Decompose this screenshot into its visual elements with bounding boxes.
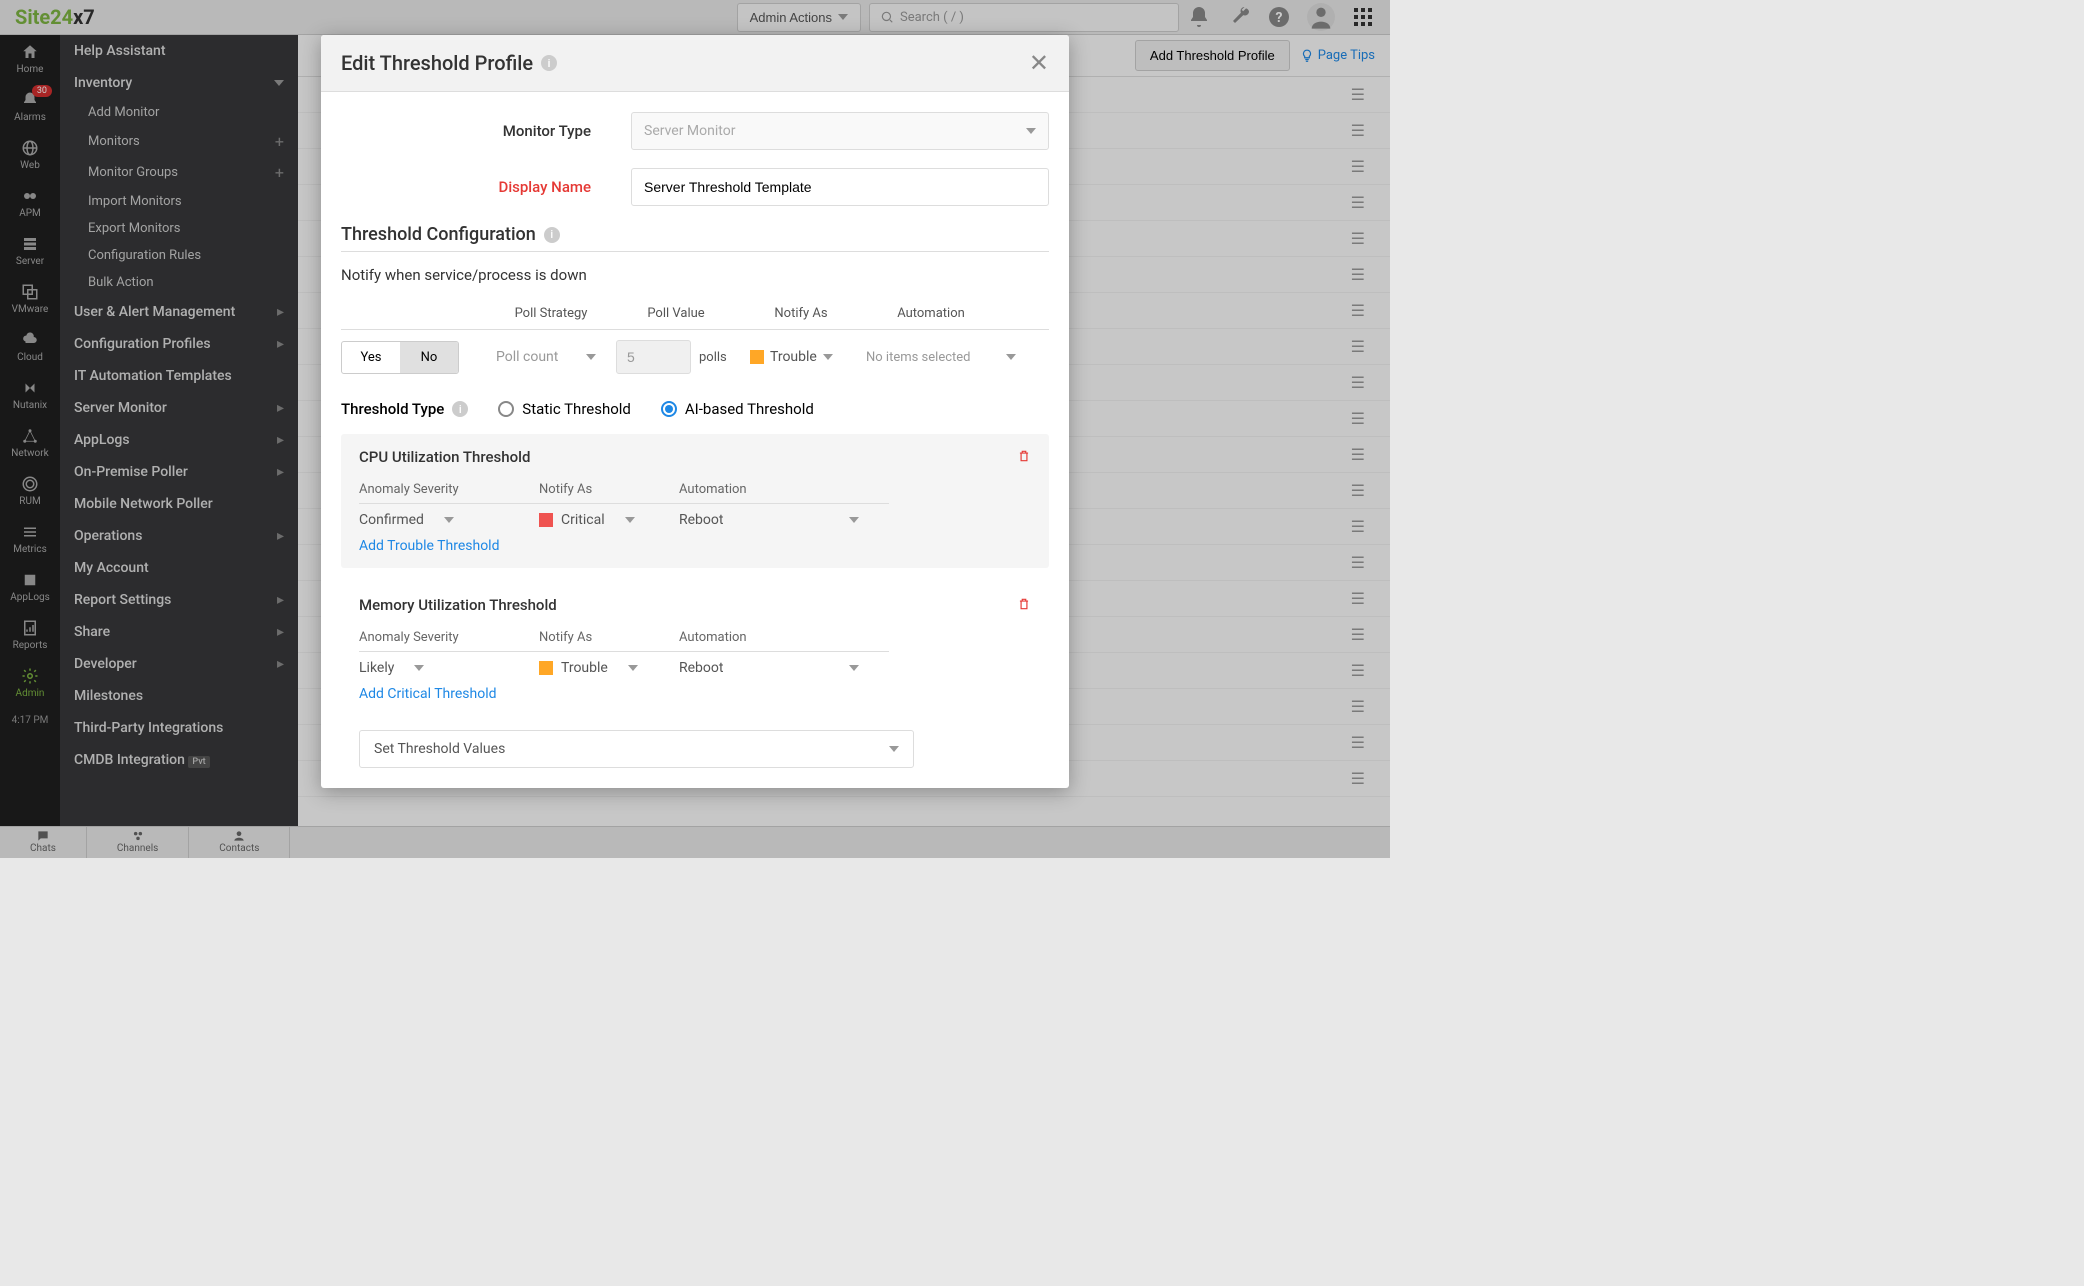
monitor-type-row: Monitor Type Server Monitor xyxy=(341,112,1049,150)
sub-header: Anomaly Severity Notify As Automation xyxy=(359,476,889,504)
notify-as-select[interactable]: Critical xyxy=(539,512,679,528)
threshold-type-row: Threshold Type i Static Threshold AI-bas… xyxy=(341,400,1049,418)
trouble-color-icon xyxy=(539,661,553,675)
monitor-type-select[interactable]: Server Monitor xyxy=(631,112,1049,150)
sub-header: Anomaly Severity Notify As Automation xyxy=(359,624,889,652)
automation-select[interactable]: No items selected xyxy=(866,350,1016,365)
edit-threshold-modal: Edit Threshold Profile i ✕ Monitor Type … xyxy=(321,35,1069,788)
info-icon[interactable]: i xyxy=(541,55,557,71)
notify-as-select[interactable]: Trouble xyxy=(539,660,679,676)
modal-header: Edit Threshold Profile i ✕ xyxy=(321,35,1069,92)
ai-threshold-radio[interactable]: AI-based Threshold xyxy=(661,400,814,418)
notify-down-label: Notify when service/process is down xyxy=(341,266,1049,284)
radio-icon xyxy=(498,401,514,417)
caret-down-icon xyxy=(849,665,859,671)
memory-threshold-title: Memory Utilization Threshold xyxy=(359,596,1031,614)
modal-title: Edit Threshold Profile i xyxy=(341,51,557,75)
info-icon[interactable]: i xyxy=(452,401,468,417)
caret-down-icon xyxy=(414,665,424,671)
anomaly-severity-select[interactable]: Confirmed xyxy=(359,512,539,528)
cpu-threshold-title: CPU Utilization Threshold xyxy=(359,448,1031,466)
memory-sub-row: Likely Trouble Reboot xyxy=(359,660,889,676)
cpu-sub-row: Confirmed Critical Reboot xyxy=(359,512,889,528)
automation-select[interactable]: Reboot xyxy=(679,660,859,676)
close-icon[interactable]: ✕ xyxy=(1029,49,1049,77)
anomaly-severity-select[interactable]: Likely xyxy=(359,660,539,676)
poll-strategy-select[interactable]: Poll count xyxy=(486,341,606,373)
display-name-label: Display Name xyxy=(341,178,631,196)
automation-select[interactable]: Reboot xyxy=(679,512,859,528)
caret-down-icon xyxy=(823,354,833,360)
notify-as-select[interactable]: Trouble xyxy=(736,349,866,365)
polls-label: polls xyxy=(691,350,735,365)
poll-value-input xyxy=(616,340,691,374)
add-trouble-threshold-link[interactable]: Add Trouble Threshold xyxy=(359,538,500,554)
no-button[interactable]: No xyxy=(400,342,458,373)
delete-icon[interactable] xyxy=(1017,596,1031,615)
static-threshold-radio[interactable]: Static Threshold xyxy=(498,400,631,418)
trouble-color-icon xyxy=(750,350,764,364)
caret-down-icon xyxy=(625,517,635,523)
monitor-type-label: Monitor Type xyxy=(341,122,631,140)
caret-down-icon xyxy=(1026,128,1036,134)
caret-down-icon xyxy=(586,354,596,360)
table-header: Poll Strategy Poll Value Notify As Autom… xyxy=(341,298,1049,330)
modal-overlay: Edit Threshold Profile i ✕ Monitor Type … xyxy=(0,0,1390,858)
memory-threshold-block: Memory Utilization Threshold Anomaly Sev… xyxy=(341,582,1049,716)
yes-button[interactable]: Yes xyxy=(342,342,400,373)
info-icon[interactable]: i xyxy=(544,227,560,243)
threshold-type-label: Threshold Type i xyxy=(341,400,468,418)
caret-down-icon xyxy=(1006,354,1016,360)
caret-down-icon xyxy=(628,665,638,671)
modal-body: Monitor Type Server Monitor Display Name… xyxy=(321,92,1069,788)
caret-down-icon xyxy=(849,517,859,523)
set-threshold-select[interactable]: Set Threshold Values xyxy=(359,730,914,768)
add-critical-threshold-link[interactable]: Add Critical Threshold xyxy=(359,686,497,702)
display-name-input[interactable] xyxy=(631,168,1049,206)
yes-no-toggle[interactable]: Yes No xyxy=(341,341,459,374)
delete-icon[interactable] xyxy=(1017,448,1031,467)
threshold-config-title: Threshold Configuration i xyxy=(341,224,1049,245)
critical-color-icon xyxy=(539,513,553,527)
caret-down-icon xyxy=(444,517,454,523)
display-name-row: Display Name xyxy=(341,168,1049,206)
cpu-threshold-block: CPU Utilization Threshold Anomaly Severi… xyxy=(341,434,1049,568)
radio-icon xyxy=(661,401,677,417)
caret-down-icon xyxy=(889,746,899,752)
table-row: Yes No Poll count polls Trouble xyxy=(341,330,1049,384)
